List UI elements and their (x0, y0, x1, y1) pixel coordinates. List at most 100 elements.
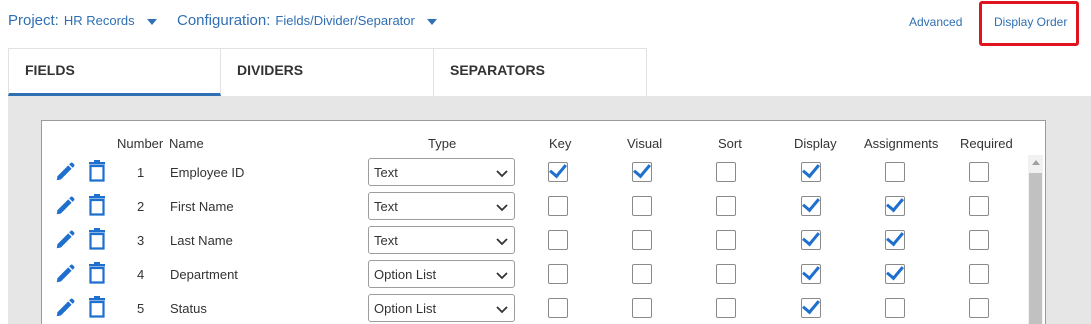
visual-checkbox[interactable] (632, 196, 652, 216)
scroll-up-icon[interactable] (1032, 160, 1040, 165)
header-required: Required (960, 136, 1013, 151)
type-select[interactable]: Text (368, 226, 515, 254)
row-number: 5 (137, 301, 145, 316)
trash-icon[interactable] (88, 296, 106, 318)
fields-table: Number Name Type Key Visual Sort Display… (41, 120, 1046, 324)
sort-checkbox[interactable] (716, 264, 736, 284)
configuration-label: Configuration: (177, 12, 271, 29)
sort-checkbox[interactable] (716, 196, 736, 216)
project-label: Project: (8, 12, 59, 29)
type-select-value: Text (374, 199, 398, 214)
trash-icon[interactable] (88, 228, 106, 250)
pencil-icon[interactable] (54, 229, 76, 251)
chevron-down-icon (496, 303, 508, 314)
assignments-checkbox[interactable] (885, 162, 905, 182)
scrollbar-thumb[interactable] (1029, 173, 1042, 324)
row-number: 3 (137, 233, 145, 248)
content-panel: Number Name Type Key Visual Sort Display… (8, 96, 1091, 324)
row-name: Employee ID (170, 165, 245, 180)
tab-dividers[interactable]: DIVIDERS (221, 48, 434, 96)
row-number: 4 (137, 267, 145, 282)
header-display: Display (794, 136, 837, 151)
display-checkbox[interactable] (801, 264, 821, 284)
pencil-icon[interactable] (54, 195, 76, 217)
required-checkbox[interactable] (969, 196, 989, 216)
assignments-checkbox[interactable] (885, 264, 905, 284)
display-checkbox[interactable] (801, 162, 821, 182)
header-assignments: Assignments (864, 136, 939, 151)
tab-separators[interactable]: SEPARATORS (434, 48, 647, 96)
header-key: Key (549, 136, 572, 151)
type-select[interactable]: Option List (368, 294, 515, 322)
page: Project: HR Records Configuration: Field… (0, 0, 1091, 324)
visual-checkbox[interactable] (632, 264, 652, 284)
header-number: Number (117, 136, 164, 151)
required-checkbox[interactable] (969, 162, 989, 182)
trash-icon[interactable] (88, 194, 106, 216)
type-select[interactable]: Text (368, 158, 515, 186)
table-row: 1 Employee ID Text (42, 155, 1022, 189)
caret-down-icon[interactable] (146, 19, 157, 25)
configuration-value: Fields/Divider/Separator (275, 13, 415, 28)
key-checkbox[interactable] (548, 264, 568, 284)
visual-checkbox[interactable] (632, 230, 652, 250)
row-number: 2 (137, 199, 145, 214)
type-select[interactable]: Option List (368, 260, 515, 288)
chevron-down-icon (496, 167, 508, 178)
advanced-link[interactable]: Advanced (909, 15, 962, 29)
display-checkbox[interactable] (801, 230, 821, 250)
table-row: 4 Department Option List (42, 257, 1022, 291)
row-name: First Name (170, 199, 234, 214)
type-select-value: Option List (374, 301, 437, 316)
table-row: 2 First Name Text (42, 189, 1022, 223)
header-sort: Sort (718, 136, 742, 151)
caret-down-icon[interactable] (426, 19, 437, 25)
sort-checkbox[interactable] (716, 230, 736, 250)
chevron-down-icon (496, 201, 508, 212)
table-row: 5 Status Option List (42, 291, 1022, 324)
required-checkbox[interactable] (969, 264, 989, 284)
key-checkbox[interactable] (548, 196, 568, 216)
pencil-icon[interactable] (54, 297, 76, 319)
project-value: HR Records (63, 13, 135, 28)
pencil-icon[interactable] (54, 161, 76, 183)
assignments-checkbox[interactable] (885, 230, 905, 250)
sort-checkbox[interactable] (716, 162, 736, 182)
required-checkbox[interactable] (969, 230, 989, 250)
top-bar: Project: HR Records Configuration: Field… (0, 0, 1091, 46)
visual-checkbox[interactable] (632, 298, 652, 318)
assignments-checkbox[interactable] (885, 298, 905, 318)
type-select-value: Text (374, 165, 398, 180)
key-checkbox[interactable] (548, 162, 568, 182)
header-type: Type (428, 136, 457, 151)
visual-checkbox[interactable] (632, 162, 652, 182)
project-selector[interactable]: Project: HR Records (8, 12, 157, 29)
required-checkbox[interactable] (969, 298, 989, 318)
row-name: Status (170, 301, 207, 316)
key-checkbox[interactable] (548, 298, 568, 318)
type-select[interactable]: Text (368, 192, 515, 220)
display-checkbox[interactable] (801, 298, 821, 318)
row-name: Last Name (170, 233, 233, 248)
tab-fields[interactable]: FIELDS (8, 48, 221, 96)
sort-checkbox[interactable] (716, 298, 736, 318)
row-number: 1 (137, 165, 145, 180)
vertical-scrollbar[interactable] (1028, 155, 1043, 324)
pencil-icon[interactable] (54, 263, 76, 285)
assignments-checkbox[interactable] (885, 196, 905, 216)
configuration-selector[interactable]: Configuration: Fields/Divider/Separator (177, 12, 437, 29)
type-select-value: Text (374, 233, 398, 248)
row-name: Department (170, 267, 238, 282)
chevron-down-icon (496, 235, 508, 246)
header-name: Name (169, 136, 204, 151)
type-select-value: Option List (374, 267, 437, 282)
header-visual: Visual (627, 136, 663, 151)
trash-icon[interactable] (88, 262, 106, 284)
chevron-down-icon (496, 269, 508, 280)
tab-bar: FIELDS DIVIDERS SEPARATORS (8, 48, 647, 96)
trash-icon[interactable] (88, 160, 106, 182)
table-row: 3 Last Name Text (42, 223, 1022, 257)
display-checkbox[interactable] (801, 196, 821, 216)
display-order-link[interactable]: Display Order (994, 15, 1067, 29)
key-checkbox[interactable] (548, 230, 568, 250)
